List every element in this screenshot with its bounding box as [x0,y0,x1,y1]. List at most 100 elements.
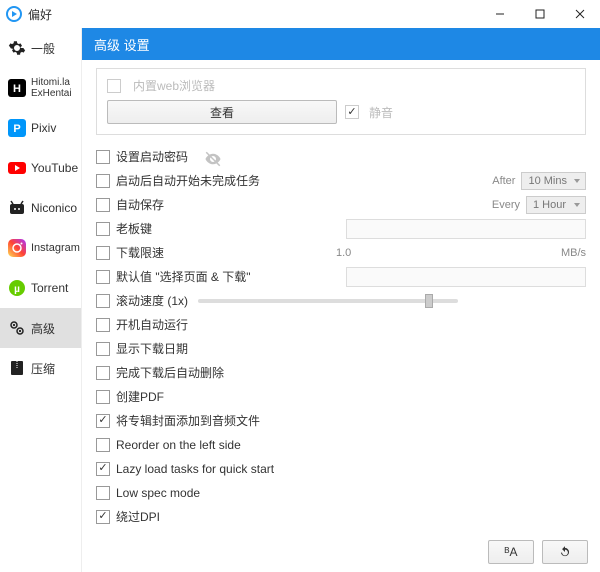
option-row: 下载限速 1.0 MB/s [96,241,586,264]
option-label: 自动保存 [116,196,164,213]
sidebar-item-compress[interactable]: 压缩 [0,348,81,388]
hitomi-icon: H [8,79,26,97]
option-row: 创建PDF [96,385,586,408]
option-row: Lazy load tasks for quick start [96,457,586,480]
option-label: 默认值 "选择页面 & 下载" [116,268,251,285]
sidebar-item-label: Pixiv [31,121,56,135]
option-row: 启动后自动开始未完成任务After10 Mins [96,169,586,192]
compress-icon [8,359,26,377]
text-size-button[interactable]: ᴮA [488,540,534,564]
every-label: Every [492,199,520,211]
option-checkbox[interactable] [96,486,110,500]
option-label: 显示下载日期 [116,340,188,357]
sidebar-item-hitomi[interactable]: H Hitomi.la ExHentai [0,68,81,108]
speed-unit: MB/s [561,247,586,259]
option-label: 开机自动运行 [116,316,188,333]
option-checkbox[interactable] [96,318,110,332]
sidebar-item-niconico[interactable]: Niconico [0,188,81,228]
advanced-icon [8,319,26,337]
option-row: 老板键 [96,217,586,240]
option-checkbox[interactable] [96,462,110,476]
option-checkbox[interactable] [96,342,110,356]
option-row: 绕过DPI [96,505,586,528]
sidebar-item-label: 压缩 [31,360,55,377]
slider-thumb[interactable] [425,294,433,308]
sidebar-item-advanced[interactable]: 高级 [0,308,81,348]
gear-icon [8,39,26,57]
sidebar: 一般 H Hitomi.la ExHentai P Pixiv YouTube … [0,28,82,572]
instagram-icon [8,239,26,257]
option-checkbox[interactable] [96,222,110,236]
option-label: Low spec mode [116,486,200,500]
maximize-button[interactable] [520,0,560,28]
after-label: After [492,175,515,187]
option-checkbox[interactable] [96,294,110,308]
visibility-off-icon[interactable] [204,150,222,164]
option-label: 将专辑封面添加到音频文件 [116,412,260,429]
option-row: 设置启动密码 [96,145,586,168]
option-checkbox[interactable] [96,510,110,524]
footer-bar: ᴮA [82,534,600,572]
option-row: Low spec mode [96,481,586,504]
option-checkbox[interactable] [96,414,110,428]
builtin-browser-group: 内置web浏览器 查看 静音 [96,68,586,135]
svg-text:P: P [13,123,20,135]
option-row: 将专辑封面添加到音频文件 [96,409,586,432]
builtin-browser-checkbox[interactable] [107,79,121,93]
sidebar-item-pixiv[interactable]: P Pixiv [0,108,81,148]
sidebar-item-label: Hitomi.la ExHentai [31,77,72,99]
torrent-icon: µ [8,279,26,297]
option-field[interactable] [346,267,586,287]
view-button[interactable]: 查看 [107,100,337,124]
sidebar-item-label: Niconico [31,201,77,215]
option-label: Lazy load tasks for quick start [116,462,274,476]
option-row: 默认值 "选择页面 & 下载" [96,265,586,288]
option-row: Reorder on the left side [96,433,586,456]
svg-text:H: H [13,83,21,95]
sidebar-item-label: 一般 [31,40,55,57]
option-checkbox[interactable] [96,246,110,260]
minimize-button[interactable] [480,0,520,28]
option-label: 滚动速度 (1x) [116,292,188,309]
option-label: 绕过DPI [116,508,160,525]
option-checkbox[interactable] [96,390,110,404]
option-field[interactable] [346,219,586,239]
option-label: 老板键 [116,220,152,237]
sidebar-item-label: Instagram [31,242,80,254]
option-row: 完成下载后自动删除 [96,361,586,384]
option-label: Reorder on the left side [116,438,241,452]
option-checkbox[interactable] [96,150,110,164]
every-select[interactable]: 1 Hour [526,196,586,214]
youtube-icon [8,159,26,177]
option-row: 滚动速度 (1x) [96,289,586,312]
sidebar-item-general[interactable]: 一般 [0,28,81,68]
panel-content: 内置web浏览器 查看 静音 设置启动密码启动后自动开始未完成任务After10… [82,60,600,534]
option-checkbox[interactable] [96,366,110,380]
option-checkbox[interactable] [96,174,110,188]
option-checkbox[interactable] [96,438,110,452]
sidebar-item-torrent[interactable]: µ Torrent [0,268,81,308]
scroll-speed-slider[interactable] [198,299,458,303]
reset-icon [558,545,572,559]
svg-text:µ: µ [14,284,20,295]
sidebar-item-label: 高级 [31,320,55,337]
option-row: 开机自动运行 [96,313,586,336]
sidebar-item-label: YouTube [31,161,78,175]
panel-header: 高级 设置 [82,28,600,60]
option-checkbox[interactable] [96,270,110,284]
titlebar: 偏好 [0,0,600,28]
option-label: 设置启动密码 [116,148,188,165]
mute-checkbox[interactable] [345,105,359,119]
option-label: 下载限速 [116,244,164,261]
speed-value: 1.0 [336,247,351,259]
niconico-icon [8,199,26,217]
reset-button[interactable] [542,540,588,564]
sidebar-item-label: Torrent [31,281,68,295]
builtin-browser-label: 内置web浏览器 [133,77,215,94]
sidebar-item-instagram[interactable]: Instagram [0,228,81,268]
after-select[interactable]: 10 Mins [521,172,586,190]
app-icon [6,6,22,22]
close-button[interactable] [560,0,600,28]
sidebar-item-youtube[interactable]: YouTube [0,148,81,188]
option-checkbox[interactable] [96,198,110,212]
